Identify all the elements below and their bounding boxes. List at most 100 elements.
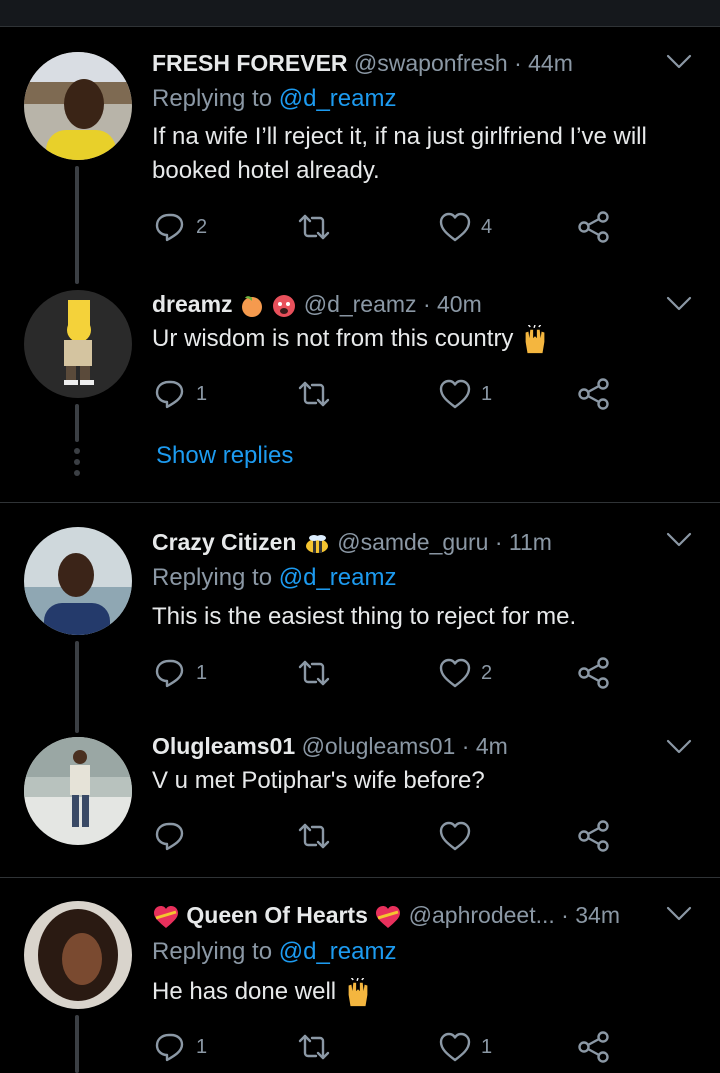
replying-to-handle[interactable]: @d_reamz	[279, 564, 397, 591]
replying-prefix: Replying to	[152, 938, 273, 965]
tweet-header: FRESH FOREVER @swaponfresh · 44m	[152, 48, 573, 78]
like-button[interactable]: 2	[437, 653, 492, 693]
share-button[interactable]	[576, 653, 612, 693]
reply-count: 1	[196, 382, 208, 405]
divider	[0, 502, 720, 503]
timestamp[interactable]: 4m	[476, 733, 508, 759]
tweet-header: dreamz @d_reamz · 40m	[152, 289, 482, 319]
tweet-text: This is the easiest thing to reject for …	[152, 603, 577, 630]
share-button[interactable]	[576, 816, 612, 856]
share-button[interactable]	[576, 207, 612, 247]
heart-icon	[437, 818, 473, 854]
share-icon	[576, 818, 612, 854]
tweet-text: V u met Potiphar's wife before?	[152, 767, 485, 794]
replying-to: Replying to @d_reamz	[152, 84, 397, 114]
thread-line	[75, 1015, 79, 1073]
share-button[interactable]	[576, 1027, 612, 1067]
chevron-down-icon[interactable]	[664, 294, 694, 314]
chevron-down-icon[interactable]	[664, 904, 694, 924]
tweet-actions: 2 4	[152, 207, 622, 247]
replying-prefix: Replying to	[152, 564, 273, 591]
tweet-text-content: Ur wisdom is not from this country	[152, 325, 514, 352]
chevron-down-icon[interactable]	[664, 530, 694, 550]
handle[interactable]: @d_reamz	[304, 291, 417, 317]
separator: ·	[561, 902, 569, 928]
display-name[interactable]: Crazy Citizen	[152, 529, 296, 555]
like-count: 1	[481, 382, 493, 405]
show-replies-link[interactable]: Show replies	[156, 442, 293, 470]
handle[interactable]: @olugleams01	[302, 733, 456, 759]
share-icon	[576, 209, 612, 245]
handle[interactable]: @swaponfresh	[354, 50, 508, 76]
hot-face-emoji	[273, 294, 296, 317]
chevron-down-icon[interactable]	[664, 737, 694, 757]
like-count: 4	[481, 215, 493, 238]
share-icon	[576, 655, 612, 691]
like-count: 1	[481, 1035, 493, 1058]
avatar-queen-of-hearts[interactable]	[24, 901, 132, 1009]
tweet-text: Ur wisdom is not from this country	[152, 322, 692, 356]
tweet-header: Olugleams01 @olugleams01 · 4m	[152, 731, 508, 761]
replying-to-handle[interactable]: @d_reamz	[279, 938, 397, 965]
retweet-button[interactable]	[296, 653, 340, 693]
display-name[interactable]: dreamz	[152, 291, 233, 317]
replying-prefix: Replying to	[152, 85, 273, 112]
tweet-text: If na wife I’ll reject it, if na just gi…	[152, 123, 647, 184]
reply-button[interactable]: 1	[152, 1027, 207, 1067]
reply-icon	[152, 376, 188, 412]
avatar-fresh-forever[interactable]	[24, 52, 132, 160]
reply-count: 1	[196, 1035, 208, 1058]
separator: ·	[514, 50, 522, 76]
separator: ·	[422, 291, 431, 317]
like-button[interactable]: 1	[437, 1027, 492, 1067]
handle[interactable]: @aphrodeet...	[409, 902, 555, 928]
replying-to: Replying to @d_reamz	[152, 937, 397, 967]
raised-hands-emoji	[343, 978, 373, 1008]
heart-icon	[437, 655, 473, 691]
like-button[interactable]: 1	[437, 374, 492, 414]
timestamp[interactable]: 44m	[528, 50, 573, 76]
share-icon	[576, 1029, 612, 1065]
reply-button[interactable]: 2	[152, 207, 207, 247]
reply-button[interactable]	[152, 816, 196, 856]
reply-button[interactable]: 1	[152, 374, 207, 414]
timestamp[interactable]: 40m	[437, 291, 482, 317]
reply-icon	[152, 818, 188, 854]
bee-emoji	[305, 534, 328, 553]
more-dots	[73, 448, 81, 481]
timestamp[interactable]: 11m	[509, 529, 552, 555]
retweet-icon	[296, 209, 332, 245]
share-icon	[576, 376, 612, 412]
timestamp[interactable]: 34m	[575, 902, 620, 928]
retweet-icon	[296, 1029, 332, 1065]
tweet-text: He has done well	[152, 975, 692, 1009]
display-name[interactable]: FRESH FOREVER	[152, 50, 348, 76]
handle[interactable]: @samde_guru	[337, 529, 488, 555]
retweet-button[interactable]	[296, 816, 340, 856]
chevron-down-icon[interactable]	[664, 52, 694, 72]
heart-with-ribbon-emoji	[376, 905, 401, 928]
display-name[interactable]: Queen Of Hearts	[186, 902, 368, 928]
tweet-header: Crazy Citizen @samde_guru · 11m	[152, 527, 552, 557]
replying-to-handle[interactable]: @d_reamz	[279, 85, 397, 112]
tweet-actions	[152, 816, 622, 856]
reply-icon	[152, 1029, 188, 1065]
retweet-button[interactable]	[296, 374, 340, 414]
tweet-header: Queen Of Hearts @aphrodeet... · 34m	[152, 900, 620, 930]
avatar-olugleams01[interactable]	[24, 737, 132, 845]
peach-emoji	[241, 296, 262, 317]
retweet-button[interactable]	[296, 1027, 340, 1067]
reply-count: 2	[196, 215, 208, 238]
reply-icon	[152, 655, 188, 691]
heart-icon	[437, 1029, 473, 1065]
display-name[interactable]: Olugleams01	[152, 733, 295, 759]
like-button[interactable]	[437, 816, 481, 856]
reply-button[interactable]: 1	[152, 653, 207, 693]
avatar-dreamz[interactable]	[24, 290, 132, 398]
retweet-button[interactable]	[296, 207, 340, 247]
replying-to: Replying to @d_reamz	[152, 563, 397, 593]
share-button[interactable]	[576, 374, 612, 414]
avatar-crazy-citizen[interactable]	[24, 527, 132, 635]
separator: ·	[494, 529, 503, 555]
like-button[interactable]: 4	[437, 207, 492, 247]
